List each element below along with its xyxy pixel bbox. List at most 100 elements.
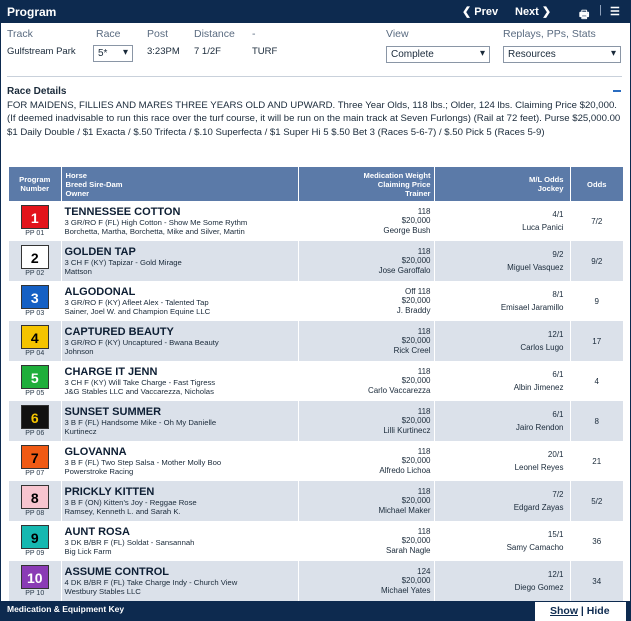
menu-icon[interactable]: ☰ <box>610 5 620 18</box>
trainer: J. Braddy <box>396 305 431 315</box>
program-number-box: 9 <box>20 525 49 549</box>
horse-name[interactable]: PRICKLY KITTEN <box>65 486 298 498</box>
col-header-medication: Medication Weight Claiming Price Trainer <box>298 167 435 201</box>
program-number-cell: 4 PP 04 <box>9 321 62 361</box>
odds-cell: 8 <box>570 401 623 441</box>
collapse-icon[interactable] <box>612 85 622 95</box>
medication-cell: 124 $20,000 Michael Yates <box>298 561 435 601</box>
horse-name[interactable]: CAPTURED BEAUTY <box>65 326 298 338</box>
medication-weight: 118 <box>299 487 431 497</box>
claiming-price: $20,000 <box>401 456 431 466</box>
medication-cell: 118 $20,000 Alfredo Lichoa <box>298 441 435 481</box>
post-position: PP 09 <box>25 550 45 557</box>
jockey: Samy Camacho <box>506 543 564 552</box>
chevron-down-icon: ▾ <box>479 48 485 59</box>
table-row[interactable]: 7 PP 07 GLOVANNA 3 B F (FL) Two Step Salsa … <box>9 441 623 481</box>
horse-cell: GOLDEN TAP 3 CH F (KY) Tapizar - Gold Mir… <box>61 241 299 281</box>
trainer: Lilli Kurtinecz <box>383 425 431 435</box>
horse-name[interactable]: CHARGE IT JENN <box>65 366 298 378</box>
post-label: Post <box>147 28 169 40</box>
table-row[interactable]: 3 PP 03 ALGODONAL 3 GR/RO F (KY) Afleet Ale… <box>9 281 623 321</box>
hide-link[interactable]: Hide <box>587 605 610 617</box>
horse-name[interactable]: AUNT ROSA <box>65 526 298 538</box>
horse-owner: Ramsey, Kenneth L. and Sarah K. <box>64 507 181 516</box>
program-header-bar: Program ❮ Prev Next ❯ 🖶 | ☰ <box>1 1 631 23</box>
weight: 118 <box>417 286 431 296</box>
program-number-box: 3 <box>20 285 49 309</box>
ml-odds-cell: 8/1 Emisael Jaramillo <box>434 281 571 321</box>
horse-name[interactable]: GLOVANNA <box>65 446 298 458</box>
horse-cell: GLOVANNA 3 B F (FL) Two Step Salsa - Moth… <box>61 441 299 481</box>
weight: 124 <box>417 566 431 576</box>
print-icon[interactable]: 🖶 <box>579 6 589 25</box>
program-number-cell: 7 PP 07 <box>9 441 62 481</box>
weight: 118 <box>417 246 431 256</box>
program-number-cell: 1 PP 01 <box>9 201 62 241</box>
next-button[interactable]: Next ❯ <box>515 5 551 18</box>
horse-breed: 3 GR/RO F (KY) Uncaptured - Bwana Beauty <box>64 337 219 347</box>
claiming-price: $20,000 <box>401 256 431 266</box>
table-row[interactable]: 9 PP 09 AUNT ROSA 3 DK B/BR F (FL) Soldat -… <box>9 521 623 561</box>
chevron-down-icon: ▾ <box>610 48 616 59</box>
ml-odds-cell: 9/2 Miguel Vasquez <box>434 241 571 281</box>
weight: 118 <box>417 446 431 456</box>
trainer: Alfredo Lichoa <box>379 465 431 475</box>
claiming-price: $20,000 <box>401 576 431 586</box>
horse-owner: Westbury Stables LLC <box>64 587 141 596</box>
horse-name[interactable]: GOLDEN TAP <box>65 246 298 258</box>
table-row[interactable]: 2 PP 02 GOLDEN TAP 3 CH F (KY) Tapizar - Go… <box>9 241 623 281</box>
ml-odds: 6/1 <box>552 370 564 379</box>
show-link[interactable]: Show <box>550 605 578 617</box>
ml-odds-cell: 6/1 Albin Jimenez <box>434 361 571 401</box>
table-row[interactable]: 1 PP 01 TENNESSEE COTTON 3 GR/RO F (FL) Hig… <box>9 201 623 241</box>
horse-name[interactable]: TENNESSEE COTTON <box>65 206 298 218</box>
horse-name[interactable]: SUNSET SUMMER <box>65 406 298 418</box>
race-label: Race <box>96 28 121 40</box>
show-hide-divider: | <box>578 605 587 617</box>
col-header-odds: Odds <box>570 167 623 201</box>
medication-cell: 118 $20,000 Lilli Kurtinecz <box>298 401 435 441</box>
col-header-horse: Horse Breed Sire-Dam Owner <box>61 167 299 201</box>
medication-key-label: Medication & Equipment Key <box>7 604 125 614</box>
post-value: 3:23PM <box>147 46 180 57</box>
view-select[interactable]: Complete ▾ <box>386 46 490 63</box>
claiming-price: $20,000 <box>401 296 431 306</box>
track-value: Gulfstream Park <box>7 46 76 57</box>
medication-cell: Off 118 $20,000 J. Braddy <box>298 281 435 321</box>
program-number-cell: 3 PP 03 <box>9 281 62 321</box>
trainer: George Bush <box>383 225 431 235</box>
distance-label: Distance <box>194 28 235 40</box>
horse-cell: AUNT ROSA 3 DK B/BR F (FL) Soldat - Sansa… <box>61 521 299 561</box>
resources-select[interactable]: Resources ▾ <box>503 46 621 63</box>
distance-value: 7 1/2F <box>194 46 221 57</box>
horse-breed: 3 B F (FL) Two Step Salsa - Mother Molly… <box>64 457 222 467</box>
table-row[interactable]: 10 PP 10 ASSUME CONTROL 4 DK B/BR F (FL) Ta… <box>9 561 623 601</box>
prev-button[interactable]: ❮ Prev <box>462 5 498 18</box>
program-number-box: 6 <box>20 405 49 429</box>
medication-weight: 118 <box>299 527 431 537</box>
ml-odds: 6/1 <box>552 410 564 419</box>
program-number-cell: 5 PP 05 <box>9 361 62 401</box>
footer-bar: Medication & Equipment Key Show | Hide <box>1 601 631 621</box>
table-row[interactable]: 5 PP 05 CHARGE IT JENN 3 CH F (KY) Will Tak… <box>9 361 623 401</box>
horse-owner: Borchetta, Martha, Borchetta, Mike and S… <box>64 227 245 236</box>
horse-name[interactable]: ASSUME CONTROL <box>65 566 298 578</box>
race-details-text: FOR MAIDENS, FILLIES AND MARES THREE YEA… <box>7 100 621 138</box>
claiming-price: $20,000 <box>401 376 431 386</box>
race-select[interactable]: 5* ▾ <box>93 45 133 62</box>
horse-owner: Kurtinecz <box>64 427 97 436</box>
ml-odds: 12/1 <box>547 330 564 339</box>
horse-cell: TENNESSEE COTTON 3 GR/RO F (FL) High Cott… <box>61 201 299 241</box>
table-row[interactable]: 6 PP 06 SUNSET SUMMER 3 B F (FL) Handsome M… <box>9 401 623 441</box>
race-select-value: 5* <box>98 48 108 59</box>
post-position: PP 02 <box>25 270 45 277</box>
horse-name[interactable]: ALGODONAL <box>65 286 298 298</box>
table-row[interactable]: 4 PP 04 CAPTURED BEAUTY 3 GR/RO F (KY) Unca… <box>9 321 623 361</box>
jockey: Edgard Zayas <box>513 503 564 512</box>
horse-owner: Big Lick Farm <box>64 547 112 556</box>
table-row[interactable]: 8 PP 08 PRICKLY KITTEN 3 B F (ON) Kitten's … <box>9 481 623 521</box>
program-number-box: 7 <box>20 445 49 469</box>
ml-odds-cell: 12/1 Diego Gomez <box>434 561 571 601</box>
jockey: Emisael Jaramillo <box>500 303 564 312</box>
ml-odds: 7/2 <box>552 490 564 499</box>
